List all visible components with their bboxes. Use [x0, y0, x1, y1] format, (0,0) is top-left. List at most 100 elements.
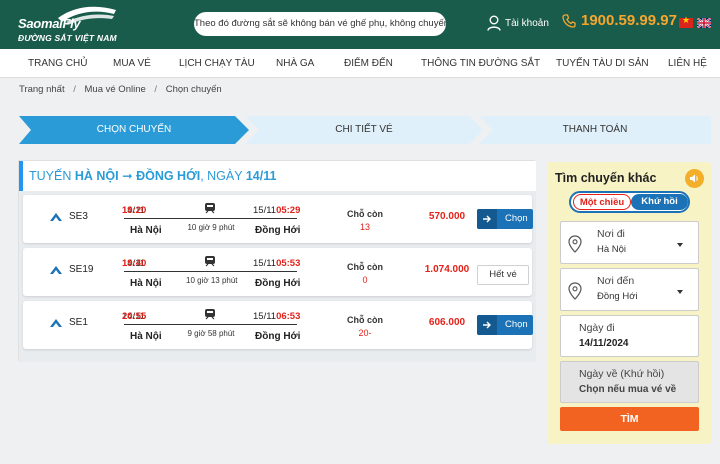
route-date-prefix: , NGÀY — [200, 169, 243, 183]
logo[interactable]: SaomaiFly ĐƯỜNG SẮT VIỆT NAM — [16, 4, 122, 46]
nav-item-buy-ticket[interactable]: MUA VÉ — [113, 49, 151, 78]
header: SaomaiFly ĐƯỜNG SẮT VIỆT NAM Theo đó đườ… — [0, 0, 720, 49]
route-line — [124, 271, 297, 272]
trip-duration: 9 giờ 58 phút — [187, 329, 235, 338]
trip-duration: 10 giờ 9 phút — [187, 223, 235, 232]
origin-label: Nơi đi — [597, 228, 625, 240]
departure-hour: 19:20 — [122, 205, 147, 216]
breadcrumb-home[interactable]: Trang nhất — [19, 84, 65, 95]
breadcrumb-buy-online[interactable]: Mua vé Online — [85, 84, 146, 95]
seats-count: 20- — [358, 328, 372, 338]
step-label: CHỌN CHUYẾN — [96, 124, 172, 135]
departure-station: Hà Nội — [130, 278, 162, 289]
arrival-station: Đồng Hới — [255, 278, 301, 289]
depart-date-label: Ngày đi — [579, 322, 615, 334]
trip-type-toggle: Một chiều Khứ hồi — [569, 191, 690, 213]
arrow-right-icon — [477, 209, 497, 229]
nav-item-stations[interactable]: NHÀ GA — [276, 49, 314, 78]
breadcrumb-separator: / — [154, 84, 158, 95]
arrival-date: 15/11 — [253, 258, 277, 269]
seats-count: 0 — [362, 275, 368, 285]
origin-select[interactable]: Nơi đi Hà Nội — [560, 221, 699, 264]
arrival-date: 15/11 — [253, 311, 277, 322]
route-line — [124, 324, 297, 325]
chevron-down-icon — [677, 243, 683, 247]
vnr-logo-icon — [50, 213, 62, 221]
nav-item-home[interactable]: TRANG CHỦ — [28, 49, 87, 78]
departure-time: 19:40 14/11 — [122, 258, 146, 269]
trip-duration: 10 giờ 13 phút — [186, 276, 238, 285]
choose-trip-button[interactable]: Chọn — [477, 315, 533, 335]
one-way-option[interactable]: Một chiều — [573, 194, 631, 210]
arrival-hour: 05:53 — [276, 258, 301, 269]
seats-count: 13 — [359, 222, 370, 232]
main-nav: TRANG CHỦ MUA VÉ LỊCH CHẠY TÀU NHÀ GA ĐI… — [0, 49, 720, 78]
departure-station: Hà Nội — [130, 225, 162, 236]
arrival-hour: 06:53 — [276, 311, 301, 322]
arrival-station: Đồng Hới — [255, 331, 301, 342]
brand-name: SaomaiFly — [18, 16, 81, 31]
choose-label: Chọn — [505, 213, 528, 224]
nav-item-destinations[interactable]: ĐIỂM ĐẾN — [344, 49, 393, 78]
step-label: CHI TIẾT VÉ — [335, 124, 393, 135]
train-row: SE19 19:40 14/11 Hà Nội 10 giờ 13 phút 1… — [23, 248, 532, 296]
flag-uk-icon[interactable] — [697, 18, 711, 28]
arrival-station: Đồng Hới — [255, 225, 301, 236]
search-panel-title: Tìm chuyến khác — [555, 171, 657, 185]
speaker-icon[interactable] — [685, 169, 704, 188]
choose-trip-button[interactable]: Chọn — [477, 209, 533, 229]
brand-tagline: ĐƯỜNG SẮT VIỆT NAM — [18, 33, 117, 43]
chevron-down-icon — [677, 290, 683, 294]
train-icon — [205, 203, 215, 214]
route-prefix: TUYẾN — [29, 169, 72, 183]
arrival-time: 15/11 05:53 — [253, 258, 300, 269]
return-date-field[interactable]: Ngày về (Khứ hồi) Chọn nếu mua vé về — [560, 361, 699, 403]
breadcrumb-separator: / — [73, 84, 76, 95]
return-date-label: Ngày về (Khứ hồi) — [579, 368, 665, 380]
uk-flag-graphic — [697, 18, 711, 28]
hotline[interactable]: 1900.59.99.97 — [562, 12, 677, 29]
departure-time: 20:55 14/11 — [122, 311, 147, 322]
train-row: SE1 20:55 14/11 Hà Nội 9 giờ 58 phút 15/… — [23, 301, 533, 349]
vnr-logo-icon — [50, 319, 62, 327]
breadcrumb-current: Chọn chuyến — [165, 84, 222, 95]
nav-item-rail-info[interactable]: THÔNG TIN ĐƯỜNG SẮT — [421, 49, 540, 78]
trip-results: TUYẾN HÀ NỘI ➞ ĐỒNG HỚI, NGÀY 14/11 SE3 … — [18, 160, 536, 362]
arrival-hour: 05:29 — [276, 205, 301, 216]
account-label: Tài khoản — [505, 17, 549, 29]
step-payment: THANH TOÁN — [479, 116, 711, 144]
search-button[interactable]: TÌM — [560, 407, 699, 431]
departure-station: Hà Nội — [130, 331, 162, 342]
route-title: TUYẾN HÀ NỘI ➞ ĐỒNG HỚI, NGÀY 14/11 — [19, 161, 536, 191]
user-icon — [487, 15, 501, 31]
account-link[interactable]: Tài khoản — [487, 11, 549, 35]
train-code: SE3 — [69, 211, 88, 222]
depart-date-field[interactable]: Ngày đi 14/11/2024 — [560, 315, 699, 357]
route-to: ĐỒNG HỚI — [136, 169, 201, 183]
step-ticket-details: CHI TIẾT VÉ — [245, 116, 483, 144]
breadcrumb: Trang nhất / Mua vé Online / Chọn chuyến — [19, 84, 222, 95]
train-code: SE19 — [69, 264, 94, 275]
departure-hour: 20:55 — [122, 311, 147, 322]
train-icon — [205, 309, 215, 320]
train-row: SE3 19:20 14/11 Hà Nội 10 giờ 9 phút 15/… — [23, 195, 533, 243]
train-list: SE3 19:20 14/11 Hà Nội 10 giờ 9 phút 15/… — [19, 191, 536, 362]
round-trip-option[interactable]: Khứ hồi — [631, 194, 688, 210]
depart-date-value: 14/11/2024 — [579, 338, 629, 349]
notice-marquee: Theo đó đường sắt sẽ không bán vé ghế ph… — [194, 12, 446, 36]
nav-item-contact[interactable]: LIÊN HỆ — [668, 49, 707, 78]
destination-label: Nơi đến — [597, 275, 635, 287]
seats-label: Chỗ còn — [347, 262, 383, 272]
vnr-logo-icon — [50, 266, 62, 274]
destination-select[interactable]: Nơi đến Đồng Hới — [560, 268, 699, 311]
ticket-price: 606.000 — [428, 317, 466, 328]
step-label: THANH TOÁN — [562, 124, 628, 135]
step-choose-trip: CHỌN CHUYẾN — [19, 116, 249, 144]
arrival-time: 15/11 05:29 — [253, 205, 300, 216]
nav-item-schedule[interactable]: LỊCH CHẠY TÀU — [179, 49, 255, 78]
flag-vn-icon[interactable] — [679, 15, 693, 28]
train-icon — [205, 256, 215, 267]
arrival-time: 15/11 06:53 — [253, 311, 300, 322]
nav-item-heritage[interactable]: TUYẾN TÀU DI SẢN — [556, 49, 649, 78]
arrival-date: 15/11 — [253, 205, 277, 216]
